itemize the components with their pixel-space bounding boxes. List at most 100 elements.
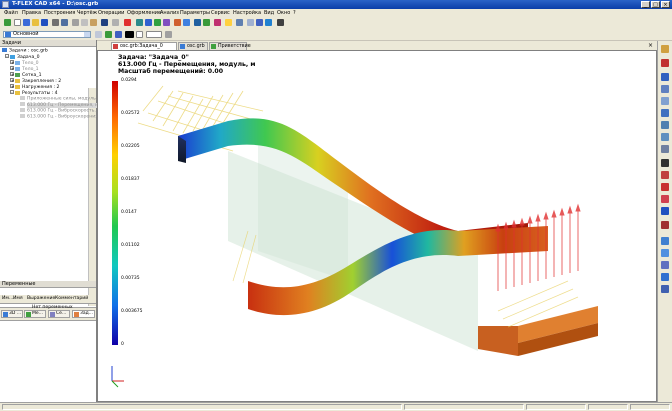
paste-icon[interactable] (90, 19, 97, 26)
tab-osc[interactable]: osc.grb (178, 42, 208, 50)
snap-icon[interactable] (661, 59, 669, 67)
mark-icon[interactable] (661, 183, 669, 191)
light-icon[interactable] (225, 19, 232, 26)
menu-file[interactable]: Файл (4, 10, 18, 16)
menu-edit[interactable]: Правка (22, 10, 41, 16)
body-icon (15, 66, 20, 71)
tool-icon[interactable] (661, 221, 669, 229)
shading-icon[interactable] (661, 261, 669, 269)
open-folder-icon[interactable] (32, 19, 39, 26)
rotate-view-icon[interactable] (661, 145, 669, 153)
view-front-icon[interactable] (661, 73, 669, 81)
rotate-icon[interactable] (265, 19, 272, 26)
tree-result-3[interactable]: 613.000 Гц - Виброускорения, ... (20, 114, 105, 121)
expand-icon[interactable]: + (10, 60, 14, 65)
layer-tool-icon[interactable] (95, 31, 102, 38)
maximize-button[interactable]: □ (651, 1, 660, 8)
expand-icon[interactable]: + (10, 84, 14, 89)
collapse-icon[interactable]: - (5, 54, 9, 59)
line-width-select[interactable] (146, 31, 162, 38)
tab-tasks[interactable]: Зад... (72, 310, 95, 318)
menu-parameters[interactable]: Параметры (180, 10, 210, 16)
close-button[interactable]: × (661, 1, 670, 8)
filter-icon[interactable] (154, 19, 161, 26)
tab-osc-task0[interactable]: osc.grb:Задача_0 (111, 42, 177, 50)
document-tabs: osc.grb:Задача_0 osc.grb Приветствие × (97, 41, 657, 50)
menu-operations[interactable]: Операции (98, 10, 124, 16)
layers-icon[interactable] (174, 19, 181, 26)
copy-icon[interactable] (81, 19, 88, 26)
column-name[interactable]: Имя (13, 296, 23, 301)
3d-model-icon[interactable] (23, 19, 30, 26)
result-icon (20, 102, 25, 106)
preview-icon[interactable] (61, 19, 68, 26)
menu-drawing[interactable]: Чертёж (77, 10, 97, 16)
checkmark-icon[interactable] (4, 19, 11, 26)
tab-mesh[interactable]: Се... (48, 310, 70, 318)
print-icon[interactable] (52, 19, 59, 26)
view-iso-icon[interactable] (661, 97, 669, 105)
menu-settings[interactable]: Настройка (233, 10, 261, 16)
pin-icon[interactable] (661, 159, 669, 167)
menu-analysis[interactable]: Анализ (160, 10, 179, 16)
search-icon[interactable] (203, 19, 210, 26)
magnet-icon[interactable] (661, 45, 669, 53)
3d-viewport[interactable]: Задача: "Задача_0" 613.000 Гц - Перемеще… (97, 50, 657, 402)
pan-icon[interactable] (661, 133, 669, 141)
analysis-icon[interactable] (214, 19, 221, 26)
zoom-fit-icon[interactable] (661, 109, 669, 117)
measure-tool-icon[interactable] (661, 195, 669, 203)
grid-icon[interactable] (183, 19, 190, 26)
menu-view[interactable]: Вид (264, 10, 274, 16)
zoom-window-icon[interactable] (247, 19, 254, 26)
tab-menu[interactable]: Ме... (24, 310, 46, 318)
format-toolbar (0, 29, 672, 41)
save-icon[interactable] (41, 19, 48, 26)
line-style-icon[interactable] (136, 31, 143, 38)
expand-icon[interactable]: + (10, 72, 14, 77)
line-tool-icon[interactable] (115, 31, 122, 38)
column-flag[interactable]: Им... (2, 296, 13, 301)
settings-icon[interactable] (277, 19, 284, 26)
menu-construct[interactable]: Построения (44, 10, 75, 16)
window-icon[interactable] (194, 19, 201, 26)
chevron-down-icon[interactable] (84, 32, 90, 37)
expand-icon[interactable]: + (10, 66, 14, 71)
menu-format[interactable]: Оформление (127, 10, 161, 16)
tasks-scrollbar[interactable] (88, 88, 96, 306)
menu-help[interactable]: ? (293, 10, 296, 16)
view-top-icon[interactable] (661, 85, 669, 93)
column-expression[interactable]: Выражение (27, 296, 55, 301)
tab-welcome[interactable]: Приветствие (209, 42, 251, 50)
color-swatch[interactable] (125, 31, 134, 38)
collapse-icon[interactable]: - (10, 90, 14, 95)
close-tab-icon[interactable]: × (648, 42, 653, 49)
mesh-tab-icon (50, 312, 55, 317)
regenerate-icon[interactable] (124, 19, 131, 26)
view-icon[interactable] (236, 19, 243, 26)
cut-icon[interactable] (72, 19, 79, 26)
menu-service[interactable]: Сервис (211, 10, 230, 16)
checkmark-blue-icon[interactable] (661, 207, 669, 215)
layer-combo[interactable]: Основной (3, 31, 91, 38)
menu-window[interactable]: Окно (277, 10, 290, 16)
model-tools-icon[interactable] (136, 19, 143, 26)
render-icon[interactable] (661, 249, 669, 257)
light-settings-icon[interactable] (661, 285, 669, 293)
expand-icon[interactable]: + (10, 78, 14, 83)
zoom-icon[interactable] (256, 19, 263, 26)
minimize-button[interactable]: _ (641, 1, 650, 8)
display-icon[interactable] (661, 237, 669, 245)
tab-3d-model[interactable]: 3D ... (1, 310, 23, 318)
wireframe-icon[interactable] (661, 273, 669, 281)
properties-icon[interactable] (163, 19, 170, 26)
new-file-icon[interactable] (14, 19, 21, 26)
column-comment[interactable]: Комментарий (55, 296, 88, 301)
zoom-in-icon[interactable] (661, 121, 669, 129)
measure-icon[interactable] (145, 19, 152, 26)
properties-tool-icon[interactable] (165, 31, 172, 38)
color-tool-icon[interactable] (105, 31, 112, 38)
undo-icon[interactable] (101, 19, 108, 26)
section-icon[interactable] (661, 171, 669, 179)
redo-icon[interactable] (112, 19, 119, 26)
